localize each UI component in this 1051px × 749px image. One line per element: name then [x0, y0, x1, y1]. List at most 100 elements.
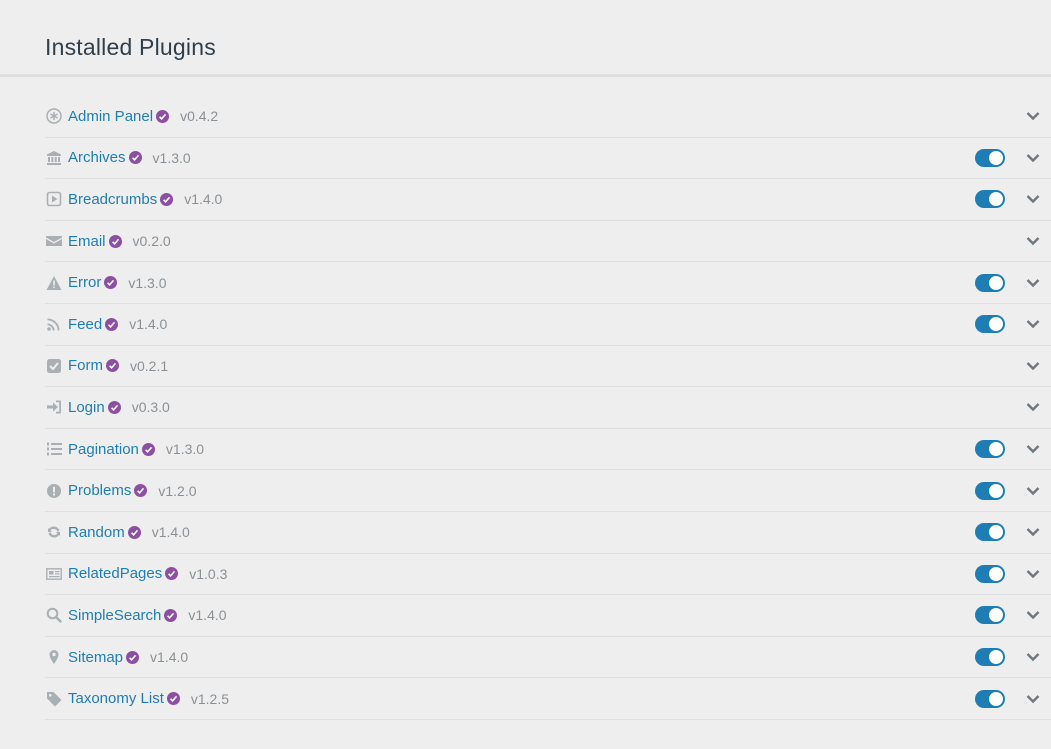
- chevron-down-icon[interactable]: [1025, 317, 1041, 331]
- plugin-version: v1.3.0: [128, 274, 167, 291]
- plugin-enable-toggle[interactable]: [975, 481, 1005, 500]
- rss-icon: [45, 315, 63, 333]
- plugin-row: SimpleSearch v1.4.0: [45, 595, 1051, 637]
- plugin-row: Email v0.2.0: [45, 221, 1051, 263]
- toggle-knob: [989, 442, 1003, 457]
- plugin-row: Archives v1.3.0: [45, 138, 1051, 180]
- toggle-knob: [989, 691, 1003, 706]
- plugin-enable-toggle[interactable]: [975, 273, 1005, 292]
- bank-icon: [45, 149, 63, 167]
- plugin-version: v1.4.0: [188, 607, 227, 624]
- map-marker-icon: [45, 648, 63, 666]
- plugin-name-link[interactable]: Sitemap: [68, 649, 123, 666]
- chevron-down-icon[interactable]: [1025, 151, 1041, 165]
- toggle-knob: [989, 525, 1003, 540]
- envelope-icon: [45, 232, 63, 250]
- plugin-row: Form v0.2.1: [45, 346, 1051, 388]
- plugin-row: Taxonomy List v1.2.5: [45, 678, 1051, 720]
- plugin-enable-toggle[interactable]: [975, 564, 1005, 583]
- exclamation-circle-icon: [45, 482, 63, 500]
- verified-check-icon: [108, 234, 122, 248]
- plugin-name-link[interactable]: Error: [68, 274, 101, 291]
- plugin-enable-toggle[interactable]: [975, 606, 1005, 625]
- plugin-name-link[interactable]: Admin Panel: [68, 108, 153, 125]
- plugin-row: Login v0.3.0: [45, 387, 1051, 429]
- verified-check-icon: [164, 608, 178, 622]
- chevron-down-icon[interactable]: [1025, 359, 1041, 373]
- plugin-version: v1.4.0: [184, 191, 223, 208]
- chevron-down-icon[interactable]: [1025, 400, 1041, 414]
- plugin-version: v0.4.2: [180, 108, 219, 125]
- chevron-down-icon[interactable]: [1025, 276, 1041, 290]
- plugin-row: Breadcrumbs v1.4.0: [45, 179, 1051, 221]
- refresh-icon: [45, 523, 63, 541]
- plugin-enable-toggle[interactable]: [975, 648, 1005, 667]
- toggle-knob: [989, 566, 1003, 581]
- verified-check-icon: [104, 276, 118, 290]
- chevron-down-icon[interactable]: [1025, 567, 1041, 581]
- toggle-knob: [989, 650, 1003, 665]
- verified-check-icon: [107, 400, 121, 414]
- plugin-version: v1.4.0: [151, 524, 190, 541]
- plugin-name-link[interactable]: Archives: [68, 149, 126, 166]
- chevron-down-icon[interactable]: [1025, 442, 1041, 456]
- verified-check-icon: [165, 567, 179, 581]
- chevron-down-icon[interactable]: [1025, 608, 1041, 622]
- asterisk-icon: [45, 107, 63, 125]
- plugin-name-link[interactable]: Email: [68, 233, 106, 250]
- plugin-version: v1.2.0: [158, 482, 197, 499]
- plugin-version: v0.3.0: [131, 399, 170, 416]
- plugin-enable-toggle[interactable]: [975, 689, 1005, 708]
- plugin-row: Random v1.4.0: [45, 512, 1051, 554]
- sign-in-icon: [45, 398, 63, 416]
- toggle-knob: [989, 608, 1003, 623]
- toggle-knob: [989, 150, 1003, 165]
- plugin-version: v1.3.0: [152, 149, 191, 166]
- verified-check-icon: [105, 317, 119, 331]
- verified-check-icon: [156, 109, 170, 123]
- plugin-row: Sitemap v1.4.0: [45, 637, 1051, 679]
- plugin-name-link[interactable]: Random: [68, 524, 125, 541]
- plugin-name-link[interactable]: Pagination: [68, 441, 139, 458]
- chevron-down-icon[interactable]: [1025, 109, 1041, 123]
- verified-check-icon: [126, 650, 140, 664]
- plugin-enable-toggle[interactable]: [975, 148, 1005, 167]
- plugin-version: v0.2.1: [130, 357, 169, 374]
- plugin-version: v1.0.3: [189, 565, 228, 582]
- plugin-version: v1.3.0: [165, 441, 205, 458]
- toggle-knob: [989, 192, 1003, 207]
- plugin-enable-toggle[interactable]: [975, 190, 1005, 209]
- plugin-name-link[interactable]: Problems: [68, 482, 131, 499]
- check-square-icon: [45, 357, 63, 375]
- plugin-name-link[interactable]: Feed: [68, 316, 102, 333]
- play-square-icon: [45, 190, 63, 208]
- plugin-version: v1.2.5: [190, 690, 230, 707]
- chevron-down-icon[interactable]: [1025, 525, 1041, 539]
- toggle-knob: [989, 483, 1003, 498]
- plugin-name-link[interactable]: Breadcrumbs: [68, 191, 157, 208]
- plugin-name-link[interactable]: SimpleSearch: [68, 607, 161, 624]
- plugin-row: Admin Panel v0.4.2: [45, 96, 1051, 138]
- warning-icon: [45, 274, 63, 292]
- verified-check-icon: [106, 359, 119, 373]
- plugin-version: v0.2.0: [132, 233, 171, 250]
- plugin-name-link[interactable]: RelatedPages: [68, 565, 162, 582]
- plugin-name-link[interactable]: Form: [68, 357, 103, 374]
- page-title: Installed Plugins: [45, 34, 216, 60]
- chevron-down-icon[interactable]: [1025, 484, 1041, 498]
- chevron-down-icon[interactable]: [1025, 234, 1041, 248]
- chevron-down-icon[interactable]: [1025, 650, 1041, 664]
- plugin-enable-toggle[interactable]: [975, 315, 1005, 334]
- plugin-name-link[interactable]: Login: [68, 399, 105, 416]
- plugin-enable-toggle[interactable]: [975, 523, 1005, 542]
- search-icon: [45, 606, 63, 624]
- verified-check-icon: [134, 484, 148, 498]
- verified-check-icon: [128, 151, 142, 165]
- list-ol-icon: [45, 440, 63, 458]
- chevron-down-icon[interactable]: [1025, 192, 1041, 206]
- verified-check-icon: [166, 692, 180, 706]
- verified-check-icon: [127, 525, 141, 539]
- chevron-down-icon[interactable]: [1025, 692, 1041, 706]
- plugin-name-link[interactable]: Taxonomy List: [68, 690, 164, 707]
- plugin-enable-toggle[interactable]: [975, 440, 1005, 459]
